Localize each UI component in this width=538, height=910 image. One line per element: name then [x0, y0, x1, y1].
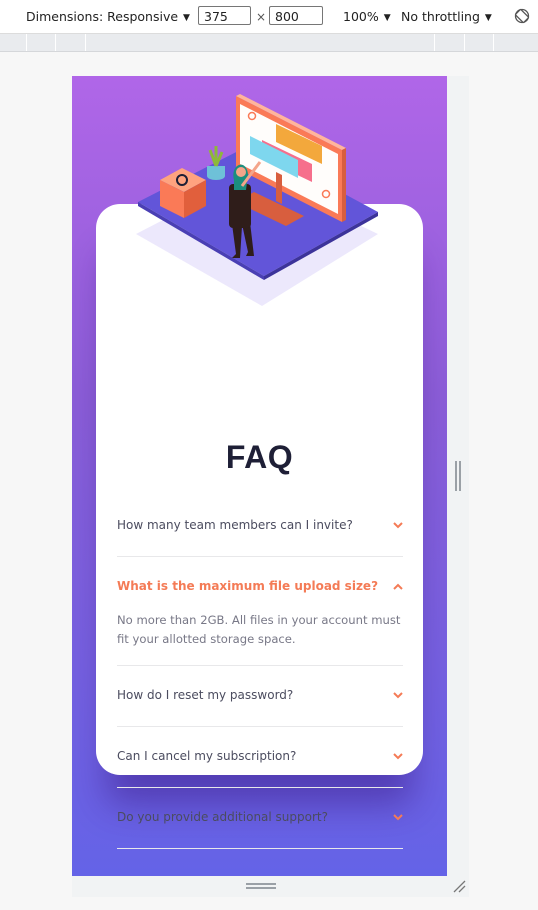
rotate-icon[interactable] — [513, 7, 531, 25]
throttling-label: No throttling — [401, 9, 480, 24]
faq-answer: No more than 2GB. All files in your acco… — [117, 613, 401, 646]
right-resize-handle[interactable] — [455, 461, 462, 491]
dropdown-arrow-icon: ▼ — [183, 13, 190, 23]
height-input[interactable]: 800 — [269, 6, 323, 25]
faq-item: What is the maximum file upload size? No… — [117, 557, 403, 666]
device-toolbar: Dimensions: Responsive ▼ 375 × 800 100% ▼ … — [0, 0, 538, 34]
woman-at-screen-illustration — [136, 94, 378, 306]
faq-item: Can I cancel my subscription? — [117, 727, 403, 788]
faq-question: How many team members can I invite? — [117, 518, 353, 532]
width-input[interactable]: 375 — [198, 6, 251, 25]
chevron-down-icon — [393, 692, 403, 699]
page-title: FAQ — [225, 439, 294, 475]
chevron-down-icon — [393, 522, 403, 529]
page-viewport: FAQ How many team members can I invite? … — [72, 76, 447, 876]
faq-question-toggle[interactable]: Can I cancel my subscription? — [117, 727, 403, 787]
chevron-down-icon — [393, 814, 403, 821]
faq-question-toggle[interactable]: Do you provide additional support? — [117, 788, 403, 848]
faq-question-toggle[interactable]: How do I reset my password? — [117, 666, 403, 726]
chevron-up-icon — [393, 583, 403, 590]
media-query-ruler — [0, 34, 538, 52]
faq-question: Can I cancel my subscription? — [117, 749, 297, 763]
faq-item: How many team members can I invite? — [117, 496, 403, 557]
bottom-resize-handle[interactable] — [246, 883, 276, 889]
chevron-down-icon — [393, 753, 403, 760]
throttling-dropdown[interactable]: No throttling ▼ — [401, 9, 492, 24]
faq-list: How many team members can I invite? What… — [117, 496, 403, 849]
zoom-label: 100% — [343, 9, 379, 24]
faq-item: Do you provide additional support? — [117, 788, 403, 849]
dimensions-dropdown[interactable]: Dimensions: Responsive ▼ — [26, 9, 190, 24]
faq-question-toggle[interactable]: How many team members can I invite? — [117, 496, 403, 556]
faq-item: How do I reset my password? — [117, 666, 403, 727]
corner-resize-icon[interactable] — [452, 879, 466, 893]
faq-question: Do you provide additional support? — [117, 810, 328, 824]
faq-question: How do I reset my password? — [117, 688, 294, 702]
faq-question: What is the maximum file upload size? — [117, 579, 379, 593]
dropdown-arrow-icon: ▼ — [383, 13, 391, 23]
dimensions-label: Dimensions: Responsive — [26, 9, 179, 24]
dropdown-arrow-icon: ▼ — [484, 13, 492, 23]
faq-question-toggle[interactable]: What is the maximum file upload size? — [117, 557, 403, 617]
zoom-dropdown[interactable]: 100% ▼ — [343, 9, 391, 24]
times-sign: × — [256, 10, 267, 24]
